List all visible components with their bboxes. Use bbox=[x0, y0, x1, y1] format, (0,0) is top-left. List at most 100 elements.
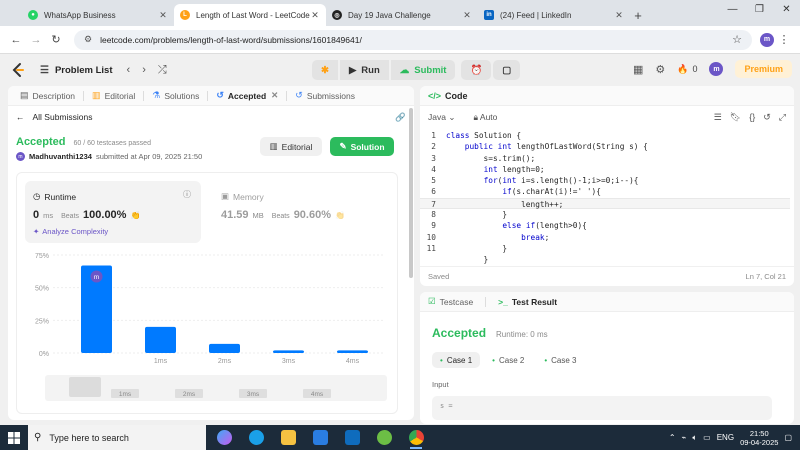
streak-counter[interactable]: 🔥 0 bbox=[677, 64, 697, 75]
solution-button[interactable]: ✎ Solution bbox=[330, 137, 394, 156]
outlook-app[interactable] bbox=[338, 425, 366, 450]
tab-accepted[interactable]: ↺ Accepted ✕ bbox=[210, 90, 284, 101]
braces-icon[interactable]: {} bbox=[749, 112, 755, 123]
code-line[interactable]: 1 class Solution { bbox=[420, 130, 790, 141]
browser-tab-leetcode[interactable]: L Length of Last Word - LeetCode ✕ bbox=[174, 4, 326, 26]
browser-tab-linkedin[interactable]: in (24) Feed | LinkedIn ✕ bbox=[478, 4, 630, 26]
code-line[interactable]: 6 if(s.charAt(i)!=' '){ bbox=[420, 186, 790, 197]
code-line[interactable]: 10 break; bbox=[420, 232, 790, 243]
prev-problem-icon[interactable]: ‹ bbox=[127, 64, 131, 77]
layout-grid-icon[interactable]: ▦ bbox=[633, 63, 643, 76]
code-line[interactable]: 5 for(int i=s.length()-1;i>=0;i--){ bbox=[420, 175, 790, 186]
close-icon[interactable]: ✕ bbox=[462, 10, 472, 21]
language-indicator[interactable]: ENG bbox=[717, 433, 734, 442]
chart-range-selector[interactable]: 1ms 2ms 3ms 4ms bbox=[45, 375, 387, 401]
auto-mode-toggle[interactable]: 🔒︎ Auto bbox=[473, 112, 497, 123]
code-line[interactable]: 7 length++; bbox=[420, 197, 790, 210]
close-icon[interactable]: ✕ bbox=[614, 10, 624, 21]
tab-test-result[interactable]: >_ Test Result bbox=[498, 297, 557, 307]
problem-list-button[interactable]: ☰ Problem List bbox=[40, 65, 113, 76]
code-line[interactable]: 3 s=s.trim(); bbox=[420, 153, 790, 164]
reload-icon[interactable]: ↻ bbox=[46, 33, 66, 46]
user-avatar[interactable]: m bbox=[709, 62, 724, 76]
all-submissions-link[interactable]: All Submissions bbox=[33, 112, 93, 122]
battery-icon[interactable]: ▭ bbox=[703, 433, 711, 442]
y-tick-label: 50% bbox=[35, 286, 49, 293]
close-icon[interactable]: ✕ bbox=[158, 10, 168, 21]
memory-card[interactable]: ▣ Memory 41.59 MB Beats 90.60% 👏 bbox=[213, 181, 389, 243]
copilot-app[interactable] bbox=[210, 425, 238, 450]
line-number: 9 bbox=[431, 221, 436, 231]
notification-icon[interactable]: ▢ bbox=[784, 433, 792, 442]
tab-submissions[interactable]: ↺ Submissions bbox=[289, 90, 361, 101]
tab-description[interactable]: ▤ Description bbox=[14, 90, 81, 101]
forward-arrow-icon[interactable]: → bbox=[26, 34, 46, 46]
case-3-tab[interactable]: • Case 3 bbox=[536, 352, 584, 368]
volume-icon[interactable]: 🔈︎ bbox=[692, 433, 697, 443]
taskbar-search[interactable]: ⚲ Type here to search bbox=[28, 425, 206, 450]
close-icon[interactable]: ✕ bbox=[271, 90, 278, 101]
reset-icon[interactable]: ↺ bbox=[763, 112, 771, 123]
utorrent-app[interactable] bbox=[370, 425, 398, 450]
code-line[interactable]: 4 int length=0; bbox=[420, 164, 790, 175]
browser-profile-avatar[interactable]: m bbox=[760, 32, 774, 47]
windows-start-button[interactable] bbox=[0, 425, 28, 450]
restore-button[interactable]: ❐ bbox=[746, 4, 773, 15]
editorial-button[interactable]: ▥ Editorial bbox=[260, 137, 322, 156]
expand-icon[interactable]: ⤢ bbox=[779, 112, 786, 123]
code-line[interactable]: 2 public int lengthOfLastWord(String s) … bbox=[420, 141, 790, 152]
next-problem-icon[interactable]: › bbox=[142, 64, 146, 77]
scrollbar-thumb[interactable] bbox=[409, 108, 413, 278]
chevron-up-icon[interactable]: ⌃ bbox=[669, 433, 676, 442]
timer-button[interactable]: ⏰ bbox=[461, 60, 492, 80]
case-2-tab[interactable]: • Case 2 bbox=[484, 352, 532, 368]
submit-button[interactable]: ☁ Submit bbox=[390, 60, 456, 80]
shuffle-icon[interactable]: ⤮ bbox=[158, 64, 167, 77]
browser-menu-icon[interactable]: ⋮ bbox=[774, 33, 794, 46]
browser-tab-java-challenge[interactable]: ◎ Day 19 Java Challenge ✕ bbox=[326, 4, 478, 26]
premium-button[interactable]: Premium bbox=[735, 60, 792, 78]
code-line[interactable]: 8 } bbox=[420, 209, 790, 220]
close-window-button[interactable]: ✕ bbox=[773, 4, 800, 15]
language-select[interactable]: Java ⌄ bbox=[428, 112, 455, 123]
back-arrow-icon[interactable]: ← bbox=[6, 34, 26, 46]
code-line[interactable]: 11 } bbox=[420, 243, 790, 254]
mode-value: Auto bbox=[479, 111, 498, 122]
code-line[interactable]: } bbox=[420, 254, 790, 265]
debug-button[interactable]: ✱ bbox=[312, 60, 338, 80]
format-icon[interactable]: ☰ bbox=[714, 112, 722, 123]
runtime-card[interactable]: ◷ Runtime ⓘ 0 ms Beats 100.00% 👏 ✦ Analyz… bbox=[25, 181, 201, 243]
memory-unit: MB bbox=[252, 211, 264, 220]
tab-solutions[interactable]: ⚗ Solutions bbox=[146, 90, 205, 101]
leetcode-logo-icon[interactable] bbox=[10, 62, 26, 78]
code-line[interactable]: 9 else if(length>0){ bbox=[420, 220, 790, 231]
scrollbar[interactable] bbox=[408, 106, 414, 418]
bookmark-icon[interactable]: 🔖︎ bbox=[730, 112, 741, 123]
back-arrow-icon[interactable]: ← bbox=[16, 112, 25, 122]
bookmark-star-icon[interactable]: ☆ bbox=[732, 33, 742, 46]
tab-editorial[interactable]: ▥ Editorial bbox=[86, 90, 141, 101]
url-field[interactable]: ⚙ leetcode.com/problems/length-of-last-w… bbox=[74, 29, 752, 50]
minimize-button[interactable]: — bbox=[719, 4, 746, 15]
browser-tab-whatsapp[interactable]: ● WhatsApp Business ✕ bbox=[22, 4, 174, 26]
tab-title: WhatsApp Business bbox=[44, 10, 116, 20]
tab-testcase[interactable]: ☑ Testcase bbox=[428, 296, 473, 307]
link-icon[interactable]: 🔗 bbox=[395, 112, 406, 123]
new-tab-button[interactable]: + bbox=[630, 4, 646, 26]
code-area[interactable]: 1 class Solution {2 public int lengthOfLa… bbox=[420, 130, 790, 264]
gear-icon[interactable]: ⚙ bbox=[655, 63, 665, 76]
network-icon[interactable]: ⌁ bbox=[682, 433, 687, 442]
store-app[interactable] bbox=[306, 425, 334, 450]
file-explorer-app[interactable] bbox=[274, 425, 302, 450]
clock[interactable]: 21:50 09-04-2025 bbox=[740, 429, 778, 447]
notes-button[interactable]: ▢ bbox=[493, 60, 521, 80]
info-icon[interactable]: ⓘ bbox=[183, 189, 191, 200]
username[interactable]: Madhuvanthi1234 bbox=[29, 152, 92, 161]
run-button[interactable]: ▶ Run bbox=[339, 60, 389, 80]
chrome-app[interactable] bbox=[402, 425, 430, 450]
close-icon[interactable]: ✕ bbox=[310, 10, 320, 21]
site-info-icon[interactable]: ⚙ bbox=[84, 34, 92, 45]
edge-app[interactable] bbox=[242, 425, 270, 450]
case-1-tab[interactable]: • Case 1 bbox=[432, 352, 481, 368]
analyze-complexity-link[interactable]: ✦ Analyze Complexity bbox=[33, 227, 108, 236]
